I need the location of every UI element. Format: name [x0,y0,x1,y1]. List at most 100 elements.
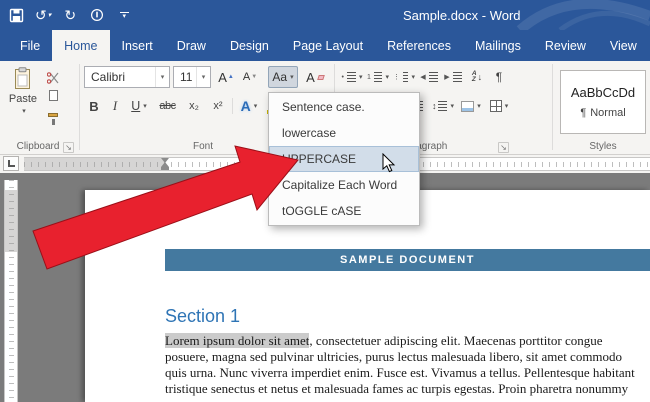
left-indent-marker[interactable] [161,167,169,170]
shading-icon [461,101,474,112]
tab-stop-selector[interactable] [3,156,19,171]
ruler-ticks [9,180,14,402]
ribbon-tab-bar: File Home Insert Draw Design Page Layout… [0,30,650,61]
paragraph-dialog-launcher[interactable]: ↘ [498,142,509,153]
case-menu-item-sentence[interactable]: Sentence case. [269,94,419,120]
vertical-ruler[interactable] [4,180,18,402]
triangle-up-icon: ▲ [228,74,234,80]
font-family-value: Calibri [91,70,125,84]
tab-design[interactable]: Design [218,30,281,61]
redo-icon[interactable]: ↻ [62,5,78,25]
numbered-list-icon [374,72,383,82]
outdent-lines-icon [429,72,438,82]
cut-button[interactable] [44,70,62,85]
italic-button[interactable]: I [106,95,124,117]
shading-button[interactable]: ▾ [458,95,484,117]
bold-button[interactable]: B [84,95,104,117]
clear-formatting-button[interactable]: A [302,66,328,88]
case-menu-item-uppercase[interactable]: UPPERCASE [269,146,419,172]
style-pilcrow-icon: ¶ [580,107,586,119]
group-separator [79,64,80,150]
style-normal[interactable]: AaBbCcDd ¶ Normal [560,70,646,134]
tab-file[interactable]: File [8,30,52,61]
scissors-icon [47,72,59,84]
font-family-select[interactable]: Calibri ▾ [84,66,170,88]
decrease-indent-button[interactable]: ◀ [418,66,440,88]
tab-draw[interactable]: Draw [165,30,218,61]
chevron-down-icon: ▾ [48,12,52,19]
bullet-list-icon [347,72,356,82]
grow-font-button[interactable]: A▲ [215,66,237,88]
style-name-text: Normal [590,107,625,119]
chevron-down-icon: ▾ [450,102,454,110]
tab-references[interactable]: References [375,30,463,61]
numbering-button[interactable]: 1 ▾ [366,66,390,88]
arrow-left-icon: ◀ [420,73,425,81]
strikethrough-button[interactable]: abc [154,95,181,117]
paste-label: Paste [9,93,37,105]
customize-qat-icon[interactable]: ▾ [116,5,132,25]
spacing-lines-icon [438,101,447,111]
quick-access-toolbar: ↺▾ ↻ ▾ [8,0,132,30]
shrink-font-button[interactable]: A▼ [239,66,261,88]
body-line-rest: , consectetuer adipiscing elit. Maecenas… [309,333,602,348]
selected-text[interactable]: Lorem ipsum dolor sit amet [165,333,309,348]
chevron-down-icon: ▾ [505,102,509,110]
styles-group-label: Styles [560,141,646,152]
show-formatting-marks-button[interactable]: ¶ [490,66,508,88]
indent-lines-icon [453,72,462,82]
case-menu-item-capitalize[interactable]: Capitalize Each Word [269,172,419,198]
group-separator [552,64,553,150]
tab-insert[interactable]: Insert [110,30,165,61]
chevron-down-icon: ▾ [196,67,210,87]
tab-page-layout[interactable]: Page Layout [281,30,375,61]
borders-button[interactable]: ▾ [486,95,512,117]
style-preview-text: AaBbCcDd [571,85,635,100]
increase-indent-button[interactable]: ▶ [442,66,464,88]
body-line: posuere, magna sed pulvinar ultricies, p… [165,349,650,365]
font-size-select[interactable]: 11 ▾ [173,66,211,88]
line-spacing-button[interactable]: ↕ ▾ [430,95,456,117]
titlebar-decoration [510,0,650,30]
multilevel-icon: ⋮ [393,73,400,81]
copy-button[interactable] [44,88,62,103]
format-painter-button[interactable] [44,106,62,123]
chevron-down-icon: ▾ [155,67,169,87]
body-text[interactable]: Lorem ipsum dolor sit amet, consectetuer… [165,333,650,397]
case-menu-item-lowercase[interactable]: lowercase [269,120,419,146]
borders-grid-icon [490,100,502,112]
underline-button[interactable]: U ▾ [126,95,152,117]
section-heading[interactable]: Section 1 [165,306,240,327]
superscript-button[interactable]: x² [207,95,229,117]
multilevel-list-button[interactable]: ⋮ ▾ [392,66,416,88]
change-case-menu: Sentence case. lowercase UPPERCASE Capit… [268,92,420,226]
tab-mailings[interactable]: Mailings [463,30,533,61]
clipboard-dialog-launcher[interactable]: ↘ [63,142,74,153]
body-line: Lorem ipsum dolor sit amet, consectetuer… [165,333,650,349]
chevron-down-icon: ▾ [22,107,26,115]
chevron-down-icon: ▾ [359,73,363,81]
text-effects-button[interactable]: A ▾ [236,95,262,117]
case-menu-item-toggle[interactable]: tOGGLE cASE [269,198,419,224]
subscript-button[interactable]: x₂ [183,95,205,117]
paste-button[interactable]: Paste ▾ [6,66,40,138]
tab-view[interactable]: View [598,30,649,61]
triangle-down-icon: ▼ [251,74,257,80]
format-painter-icon [48,113,58,117]
tab-home[interactable]: Home [52,30,109,61]
touch-mode-icon[interactable] [89,5,105,25]
titlebar: ↺▾ ↻ ▾ Sample.docx - Word [0,0,650,30]
tab-review[interactable]: Review [533,30,598,61]
undo-icon[interactable]: ↺▾ [35,5,51,25]
button-separator [232,98,233,114]
body-line: quis urna. Nunc viverra imperdiet enim. … [165,365,650,381]
chevron-down-icon: ▾ [411,73,415,81]
change-case-button[interactable]: Aa ▾ [268,66,298,88]
bullets-button[interactable]: • ▾ [340,66,364,88]
sort-button[interactable]: AZ↓ [466,66,488,88]
paste-clipboard-icon [13,67,33,91]
document-title-banner: SAMPLE DOCUMENT [165,249,650,271]
chevron-down-icon: ▾ [290,73,294,81]
word-window: ↺▾ ↻ ▾ Sample.docx - Word File Home Inse… [0,0,650,402]
save-icon[interactable] [8,5,24,25]
